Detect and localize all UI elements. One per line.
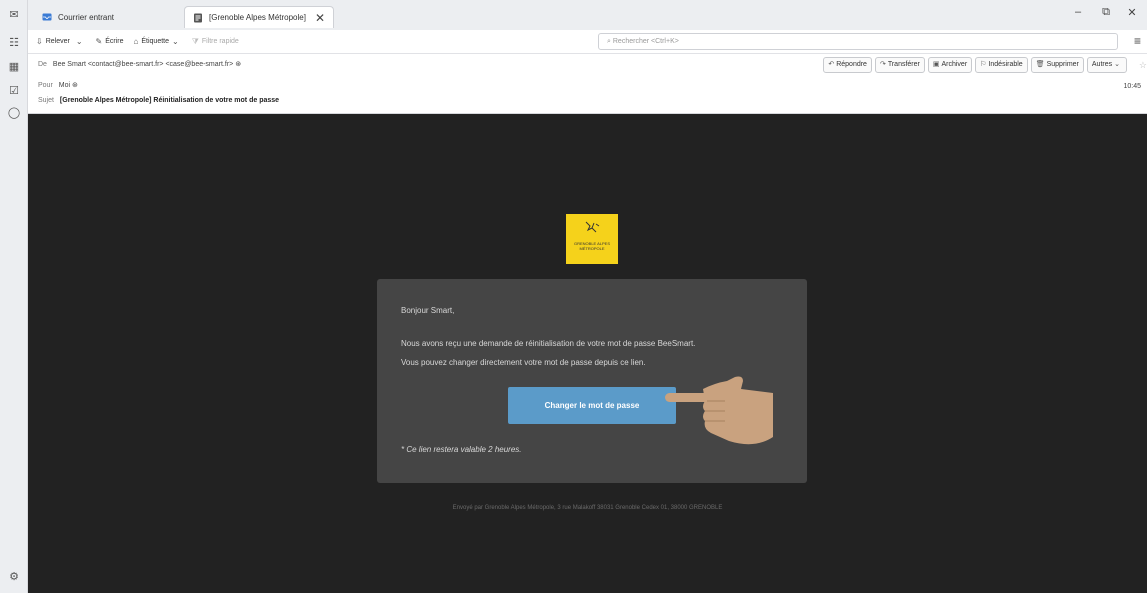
mail-toolbar: ⇩ Relever ⌄ ✎ Écrire ⌂ Étiquette ⌄ ⧩ Fil… xyxy=(28,30,1147,54)
delete-label: Supprimer xyxy=(1046,61,1079,68)
search-input[interactable]: ⌕ Rechercher <Ctrl+K> xyxy=(598,33,1118,50)
forward-button[interactable]: ↷ Transférer xyxy=(874,57,925,73)
chat-icon[interactable]: ◯ xyxy=(7,106,21,120)
subject-value: [Grenoble Alpes Métropole] Réinitialisat… xyxy=(59,97,280,104)
tab-inbox[interactable]: Courrier entrant xyxy=(34,6,184,28)
minimize-button[interactable]: – xyxy=(1067,6,1089,18)
download-icon: ⇩ xyxy=(36,37,43,46)
message-body: GRENOBLE ALPES MÉTROPOLE Bonjour Smart, … xyxy=(28,114,1147,593)
body-line-2: Vous pouvez changer directement votre mo… xyxy=(401,358,646,367)
tag-button[interactable]: ⌂ Étiquette ⌄ xyxy=(134,37,182,46)
archive-button[interactable]: ▣ Archiver xyxy=(927,57,973,73)
trash-icon: 🗑 xyxy=(1035,61,1045,68)
more-label: Autres xyxy=(1091,61,1113,68)
footer-address: Envoyé par Grenoble Alpes Métropole, 3 r… xyxy=(452,505,723,511)
subject-row: Sujet [Grenoble Alpes Métropole] Réiniti… xyxy=(38,97,279,104)
tab-label: [Grenoble Alpes Métropole] xyxy=(209,13,306,22)
write-button[interactable]: ✎ Écrire xyxy=(96,37,124,46)
reply-button[interactable]: ↶ Répondre xyxy=(823,57,872,73)
filter-icon: ⧩ xyxy=(191,36,199,46)
tab-message[interactable]: [Grenoble Alpes Métropole] ✕ xyxy=(184,6,334,28)
junk-label: Indésirable xyxy=(988,61,1023,68)
spaces-toolbar: ✉ ☷ ▦ ☑ ◯ ⚙ xyxy=(0,0,28,593)
delete-button[interactable]: 🗑 Supprimer xyxy=(1030,57,1084,73)
star-icon[interactable]: ☆ xyxy=(1139,60,1147,71)
grenoble-logo: GRENOBLE ALPES MÉTROPOLE xyxy=(566,214,618,264)
reply-label: Répondre xyxy=(836,61,867,68)
chevron-down-icon: ⌄ xyxy=(172,37,179,46)
tab-label: Courrier entrant xyxy=(58,12,115,22)
bird-logo-icon xyxy=(585,221,600,233)
tasks-icon[interactable]: ☑ xyxy=(7,84,21,98)
pencil-icon: ✎ xyxy=(95,37,103,46)
contact-icon: ⊛ xyxy=(71,82,78,89)
more-button[interactable]: Autres ⌄ xyxy=(1086,57,1127,73)
get-messages-button[interactable]: ⇩ Relever ⌄ xyxy=(36,37,86,46)
tab-strip: Courrier entrant [Grenoble Alpes Métropo… xyxy=(28,0,1147,30)
pointing-hand-icon xyxy=(665,376,773,445)
inbox-icon xyxy=(42,12,52,22)
junk-icon: ⚐ xyxy=(980,61,987,68)
message-icon xyxy=(193,13,203,23)
tag-icon: ⌂ xyxy=(133,37,139,46)
message-card: Bonjour Smart, Nous avons reçu une deman… xyxy=(377,279,807,483)
write-label: Écrire xyxy=(105,38,124,45)
from-label: De xyxy=(38,61,47,68)
address-book-icon[interactable]: ☷ xyxy=(7,36,21,50)
quick-filter-button[interactable]: ⧩ Filtre rapide xyxy=(192,37,239,47)
get-messages-label: Relever xyxy=(45,38,70,45)
restore-button[interactable]: ⧉ xyxy=(1095,6,1117,19)
archive-icon: ▣ xyxy=(932,61,940,68)
settings-gear-icon[interactable]: ⚙ xyxy=(7,570,21,584)
chevron-down-icon: ⌄ xyxy=(1114,61,1120,68)
message-time: 10:45 xyxy=(1123,83,1141,90)
validity-note: * Ce lien restera valable 2 heures. xyxy=(401,445,522,454)
mail-space-icon[interactable]: ✉ xyxy=(7,8,21,22)
close-tab-icon[interactable]: ✕ xyxy=(315,11,325,25)
app-menu-icon[interactable]: ≡ xyxy=(1134,34,1141,48)
archive-label: Archiver xyxy=(941,61,968,68)
body-line-1: Nous avons reçu une demande de réinitial… xyxy=(401,339,696,348)
tag-label: Étiquette xyxy=(141,38,169,45)
verified-icon: ⊛ xyxy=(235,61,242,68)
logo-text: GRENOBLE ALPES MÉTROPOLE xyxy=(573,241,610,251)
greeting-text: Bonjour Smart, xyxy=(401,306,455,315)
from-row: De Bee Smart <contact@bee-smart.fr> <cas… xyxy=(38,60,241,68)
message-actions: ↶ Répondre ↷ Transférer ▣ Archiver ⚐ Indésir… xyxy=(820,57,1143,73)
message-header: De Bee Smart <contact@bee-smart.fr> <cas… xyxy=(28,54,1147,114)
quick-filter-label: Filtre rapide xyxy=(201,38,239,45)
close-window-button[interactable]: ✕ xyxy=(1121,6,1143,19)
change-password-button[interactable]: Changer le mot de passe xyxy=(508,387,676,424)
subject-label: Sujet xyxy=(38,97,54,104)
to-label: Pour xyxy=(38,82,53,89)
to-value[interactable]: Moi xyxy=(59,82,70,89)
from-value[interactable]: Bee Smart <contact@bee-smart.fr> <case@b… xyxy=(53,61,233,68)
reply-icon: ↶ xyxy=(828,61,835,68)
calendar-icon[interactable]: ▦ xyxy=(7,60,21,74)
forward-label: Transférer xyxy=(887,61,920,68)
forward-icon: ↷ xyxy=(879,61,886,68)
chevron-down-icon[interactable]: ⌄ xyxy=(76,37,83,46)
to-row: Pour Moi ⊛ xyxy=(38,81,78,89)
search-placeholder: Rechercher <Ctrl+K> xyxy=(612,38,679,45)
junk-button[interactable]: ⚐ Indésirable xyxy=(975,57,1028,73)
